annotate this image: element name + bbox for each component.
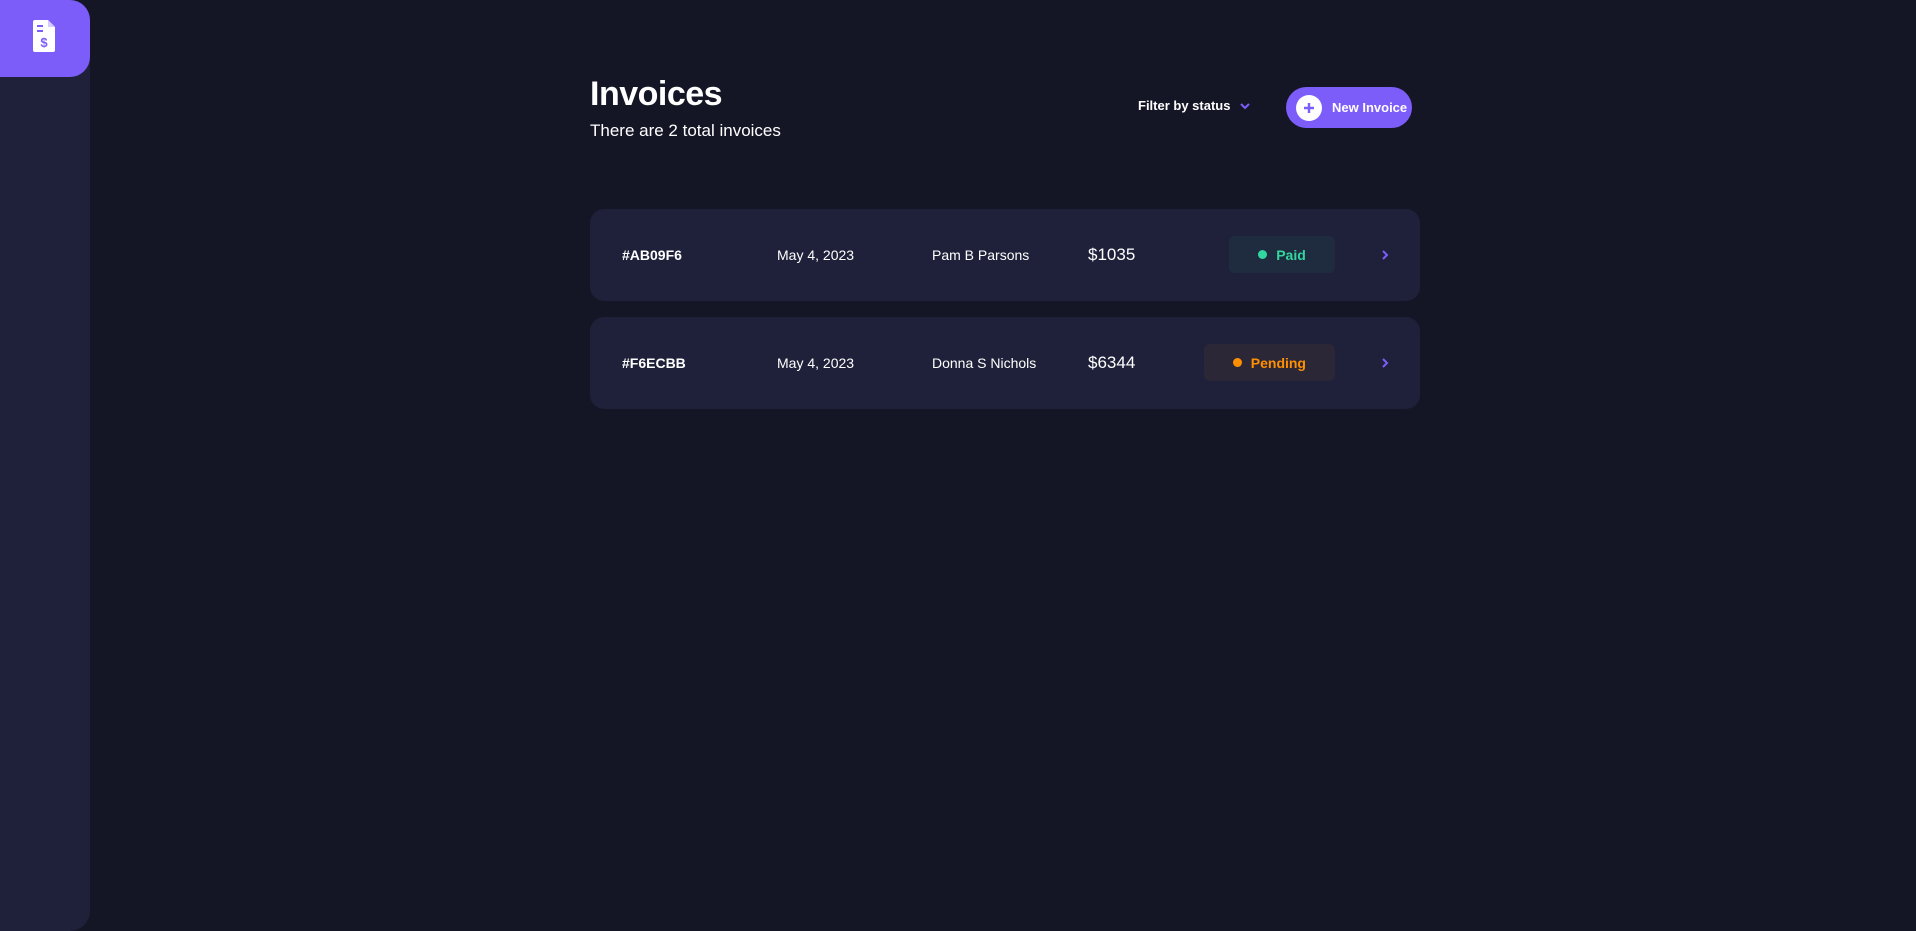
page-header: Invoices There are 2 total invoices Filt… [590, 74, 1412, 154]
invoice-id: #AB09F6 [622, 247, 682, 263]
sidebar: $ [0, 0, 90, 931]
filter-label: Filter by status [1138, 98, 1231, 113]
new-invoice-button[interactable]: New Invoice [1286, 87, 1412, 128]
invoice-id: #F6ECBB [622, 355, 686, 371]
invoice-row[interactable]: #F6ECBB May 4, 2023 Donna S Nichols $634… [590, 317, 1420, 409]
invoice-client: Pam B Parsons [932, 247, 1030, 263]
status-label: Paid [1276, 246, 1306, 263]
plus-icon [1296, 94, 1322, 121]
page-title: Invoices [590, 75, 723, 113]
status-label: Pending [1250, 354, 1306, 371]
invoice-count-text: There are 2 total invoices [590, 121, 781, 140]
chevron-right-icon[interactable] [1378, 248, 1392, 262]
status-dot [1233, 358, 1242, 367]
invoice-amount: $6344 [1088, 353, 1136, 372]
svg-text:$: $ [40, 35, 48, 50]
filter-by-status-dropdown[interactable]: Filter by status [1138, 98, 1251, 113]
status-dot [1258, 250, 1268, 259]
new-invoice-label: New Invoice [1332, 100, 1408, 115]
status-badge: Pending [1204, 344, 1335, 381]
invoice-dollar-icon: $ [33, 20, 57, 57]
invoice-row[interactable]: #AB09F6 May 4, 2023 Pam B Parsons $1035 … [590, 209, 1420, 301]
chevron-down-icon [1240, 98, 1251, 113]
invoice-date: May 4, 2023 [777, 355, 855, 371]
app-logo[interactable]: $ [0, 0, 90, 77]
invoice-list: #AB09F6 May 4, 2023 Pam B Parsons $1035 … [590, 209, 1420, 425]
chevron-right-icon[interactable] [1378, 356, 1392, 370]
status-badge: Paid [1229, 236, 1335, 273]
invoice-date: May 4, 2023 [777, 247, 855, 263]
invoice-amount: $1035 [1088, 245, 1136, 264]
invoice-client: Donna S Nichols [932, 355, 1037, 371]
